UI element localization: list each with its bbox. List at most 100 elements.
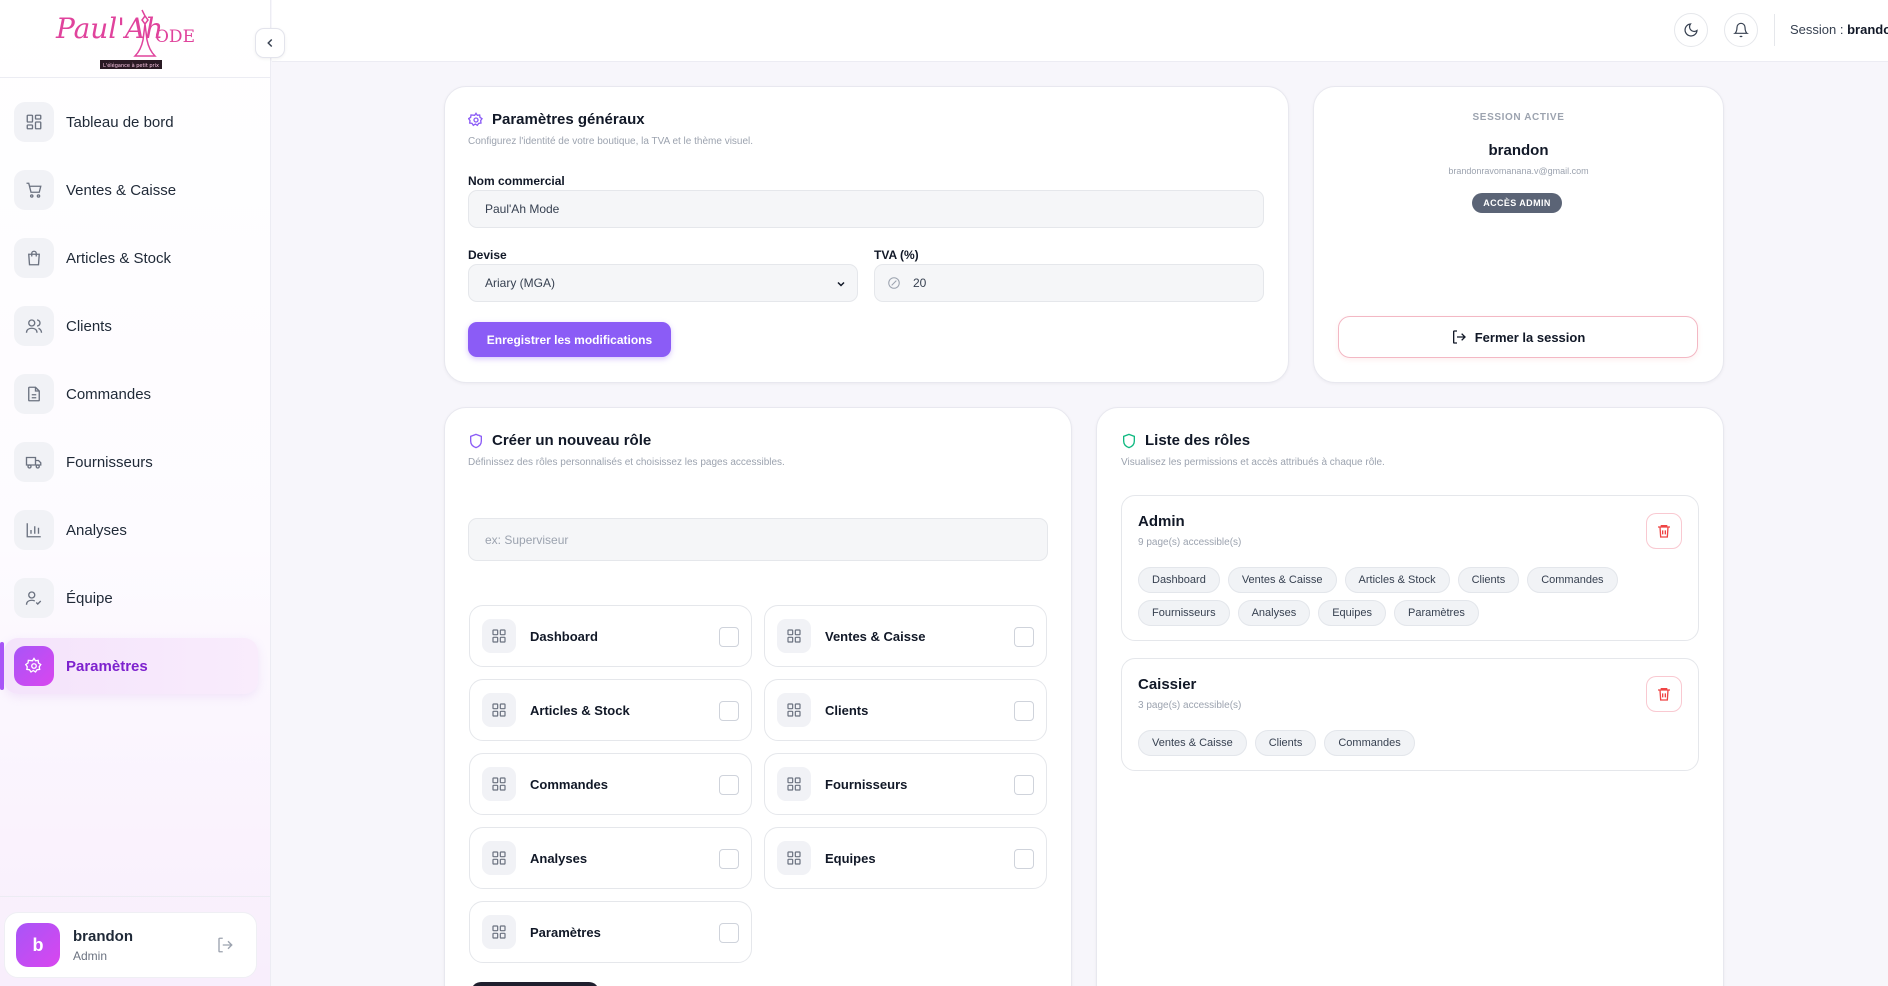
roles-list-title: Liste des rôles [1121, 432, 1250, 449]
permission-parametres[interactable]: Paramètres [469, 901, 752, 963]
permission-fournisseurs[interactable]: Fournisseurs [764, 753, 1047, 815]
gear-icon [14, 646, 54, 686]
delete-role-button[interactable] [1646, 513, 1682, 549]
close-session-button[interactable]: Fermer la session [1338, 316, 1698, 358]
svg-text:ODE: ODE [155, 27, 195, 47]
general-settings-title: Paramètres généraux [468, 111, 645, 128]
gear-icon [468, 111, 483, 126]
page-tag: Fournisseurs [1138, 600, 1230, 626]
permission-checkbox[interactable] [719, 701, 739, 721]
sidebar-item-equipe[interactable]: Équipe [14, 570, 256, 626]
layout-grid-icon [482, 915, 516, 949]
delete-role-button[interactable] [1646, 676, 1682, 712]
tva-value: 20 [913, 276, 927, 290]
create-role-subtitle: Définissez des rôles personnalisés et ch… [468, 457, 785, 468]
session-user-name: brandon [1488, 142, 1549, 159]
permission-checkbox[interactable] [1014, 627, 1034, 647]
avatar: b [16, 923, 60, 967]
user-name: brandon [73, 927, 133, 945]
create-role-button[interactable] [471, 982, 599, 986]
permission-checkbox[interactable] [719, 627, 739, 647]
role-page-count: 3 page(s) accessible(s) [1138, 700, 1242, 711]
currency-select[interactable]: Ariary (MGA) [468, 264, 858, 302]
page-tag: Analyses [1237, 600, 1311, 626]
shield-icon [1123, 433, 1135, 448]
close-session-label: Fermer la session [1474, 329, 1586, 345]
session-user: brandon [1847, 22, 1888, 37]
role-name-placeholder: ex: Superviseur [485, 532, 569, 547]
sidebar-item-articles-stock[interactable]: Articles & Stock [14, 230, 256, 286]
page-tag: Commandes [1527, 567, 1618, 593]
permission-label: Articles & Stock [530, 702, 630, 718]
user-role: Admin [73, 948, 108, 963]
permission-label: Equipes [825, 850, 876, 866]
sidebar-item-parametres[interactable]: Paramètres [0, 638, 258, 694]
permission-label: Dashboard [530, 628, 598, 644]
sidebar-item-label: Clients [66, 317, 112, 335]
permission-label: Ventes & Caisse [825, 628, 926, 644]
layout-grid-icon [482, 841, 516, 875]
save-settings-button[interactable]: Enregistrer les modifications [468, 322, 671, 357]
permission-checkbox[interactable] [719, 775, 739, 795]
notifications-button[interactable] [1724, 13, 1758, 47]
sidebar-item-fournisseurs[interactable]: Fournisseurs [14, 434, 256, 490]
collapse-sidebar-button[interactable] [255, 28, 285, 58]
permission-dashboard[interactable]: Dashboard [469, 605, 752, 667]
role-name: Admin [1138, 513, 1185, 530]
permission-label: Clients [825, 702, 869, 718]
business-name-value: Paul'Ah Mode [485, 202, 560, 216]
permission-analyses[interactable]: Analyses [469, 827, 752, 889]
permission-articles-stock[interactable]: Articles & Stock [469, 679, 752, 741]
percent-icon [888, 277, 900, 289]
top-bar: Session : brandon [272, 0, 1888, 62]
permission-checkbox[interactable] [719, 923, 739, 943]
divider [1774, 14, 1775, 46]
layout-grid-icon [777, 841, 811, 875]
sidebar-item-clients[interactable]: Clients [14, 298, 256, 354]
permission-equipes[interactable]: Equipes [764, 827, 1047, 889]
page-tag: Articles & Stock [1344, 567, 1450, 593]
layout-grid-icon [482, 693, 516, 727]
logout-icon[interactable] [216, 936, 234, 959]
divider [0, 896, 271, 897]
sidebar-item-analyses[interactable]: Analyses [14, 502, 256, 558]
sidebar-item-label: Équipe [66, 589, 113, 607]
bar-chart-icon [14, 510, 54, 550]
permission-checkbox[interactable] [719, 849, 739, 869]
file-text-icon [14, 374, 54, 414]
permission-checkbox[interactable] [1014, 775, 1034, 795]
permission-ventes-caisse[interactable]: Ventes & Caisse [764, 605, 1047, 667]
brand-logo[interactable]: Paul'Ah ODE L'élégance à petit prix [54, 4, 204, 70]
truck-icon [14, 442, 54, 482]
page-tag: Commandes [1324, 730, 1415, 756]
session-prefix: Session : [1790, 22, 1844, 37]
permission-label: Commandes [530, 776, 609, 792]
page-tag: Dashboard [1138, 567, 1220, 593]
sidebar-item-ventes-caisse[interactable]: Ventes & Caisse [14, 162, 256, 218]
sidebar-item-label: Commandes [66, 385, 152, 403]
svg-text:L'élégance à petit prix: L'élégance à petit prix [103, 62, 159, 69]
sidebar-item-commandes[interactable]: Commandes [14, 366, 256, 422]
role-name-input[interactable]: ex: Superviseur [468, 518, 1048, 561]
layout-grid-icon [777, 619, 811, 653]
sidebar-item-tableau-de-bord[interactable]: Tableau de bord [14, 94, 256, 150]
tva-input[interactable]: 20 [874, 264, 1264, 302]
page-tag: Paramètres [1393, 600, 1479, 626]
sidebar-item-label: Tableau de bord [66, 113, 174, 131]
sidebar-item-label: Articles & Stock [66, 249, 172, 267]
permission-label: Paramètres [530, 924, 601, 940]
role-pages: Ventes & Caisse Clients Commandes [1138, 730, 1618, 756]
user-profile-card[interactable]: b brandon Admin [4, 912, 257, 978]
currency-label: Devise [468, 248, 507, 262]
permission-clients[interactable]: Clients [764, 679, 1047, 741]
general-settings-subtitle: Configurez l'identité de votre boutique,… [468, 136, 754, 147]
sidebar-nav: Tableau de bord Ventes & Caisse Articles… [0, 78, 270, 694]
permission-checkbox[interactable] [1014, 849, 1034, 869]
permission-commandes[interactable]: Commandes [469, 753, 752, 815]
chevron-down-icon [837, 281, 845, 287]
permission-checkbox[interactable] [1014, 701, 1034, 721]
business-name-input[interactable]: Paul'Ah Mode [468, 190, 1264, 228]
card-title-text: Liste des rôles [1145, 432, 1251, 449]
role-pages: Dashboard Ventes & Caisse Articles & Sto… [1138, 567, 1618, 626]
theme-toggle-button[interactable] [1674, 13, 1708, 47]
